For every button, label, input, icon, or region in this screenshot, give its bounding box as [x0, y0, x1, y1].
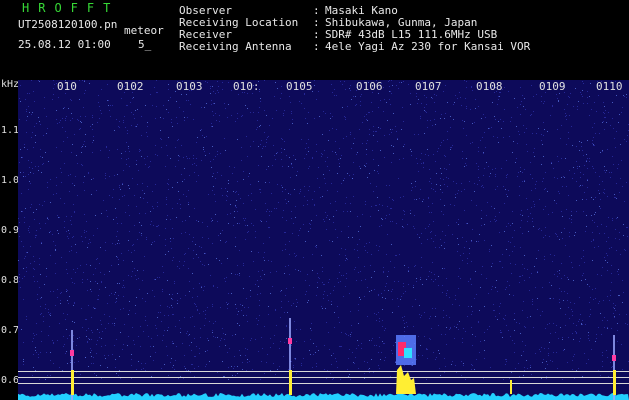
- mode-label: meteor: [124, 24, 164, 37]
- reference-line: [18, 371, 629, 372]
- x-tick-label: 0109: [539, 80, 566, 93]
- x-tick-label: 010:: [233, 80, 260, 93]
- baseline-band: [18, 393, 629, 400]
- echo-streak: [288, 338, 292, 344]
- echo-streak: [612, 355, 616, 361]
- echo-cluster: [404, 348, 412, 358]
- echo-cluster: [396, 365, 416, 394]
- echo-streak: [70, 350, 74, 356]
- x-tick-label: 0110: [596, 80, 623, 93]
- x-tick-label: 010: [57, 80, 77, 93]
- y-axis: kHz 1.1 1.0 0.9 0.8 0.7 0.6: [0, 79, 20, 400]
- x-tick-label: 0107: [415, 80, 442, 93]
- echo-streak: [289, 370, 292, 395]
- meta-value-antenna: 4ele Yagi Az 230 for Kansai VOR: [325, 40, 531, 53]
- x-tick-label: 0106: [356, 80, 383, 93]
- x-tick-label: 0105: [286, 80, 313, 93]
- reference-line: [18, 383, 629, 384]
- filename: UT2508120100.pn: [18, 18, 118, 31]
- y-tick-label: 0.7: [1, 325, 20, 336]
- reference-line: [18, 377, 629, 378]
- x-tick-label: 0102: [117, 80, 144, 93]
- meta-key-antenna: Receiving Antenna: [179, 40, 292, 53]
- spectrogram-canvas: [18, 80, 629, 400]
- noise-speckle: [18, 80, 627, 380]
- brand-title: HROFFT: [22, 1, 120, 15]
- y-tick-label: 0.9: [1, 225, 20, 236]
- interval-label: 5_: [138, 38, 152, 51]
- echo-streak: [71, 370, 74, 395]
- y-tick-label: 1.1: [1, 125, 20, 136]
- y-tick-label: 0.8: [1, 275, 20, 286]
- noise-speckle: [18, 80, 629, 380]
- x-tick-label: 0103: [176, 80, 203, 93]
- x-tick-label: 0108: [476, 80, 503, 93]
- meta-colon: :: [313, 40, 320, 53]
- spectrogram-plot: [18, 80, 629, 400]
- y-tick-label: 1.0: [1, 175, 20, 186]
- y-axis-unit: kHz: [1, 79, 20, 90]
- echo-streak: [510, 380, 512, 394]
- datetime: 25.08.12 01:00: [18, 38, 111, 51]
- y-tick-label: 0.6: [1, 375, 20, 386]
- header: HROFFT UT2508120100.pn meteor 25.08.12 0…: [0, 0, 629, 80]
- echo-streak: [613, 370, 616, 395]
